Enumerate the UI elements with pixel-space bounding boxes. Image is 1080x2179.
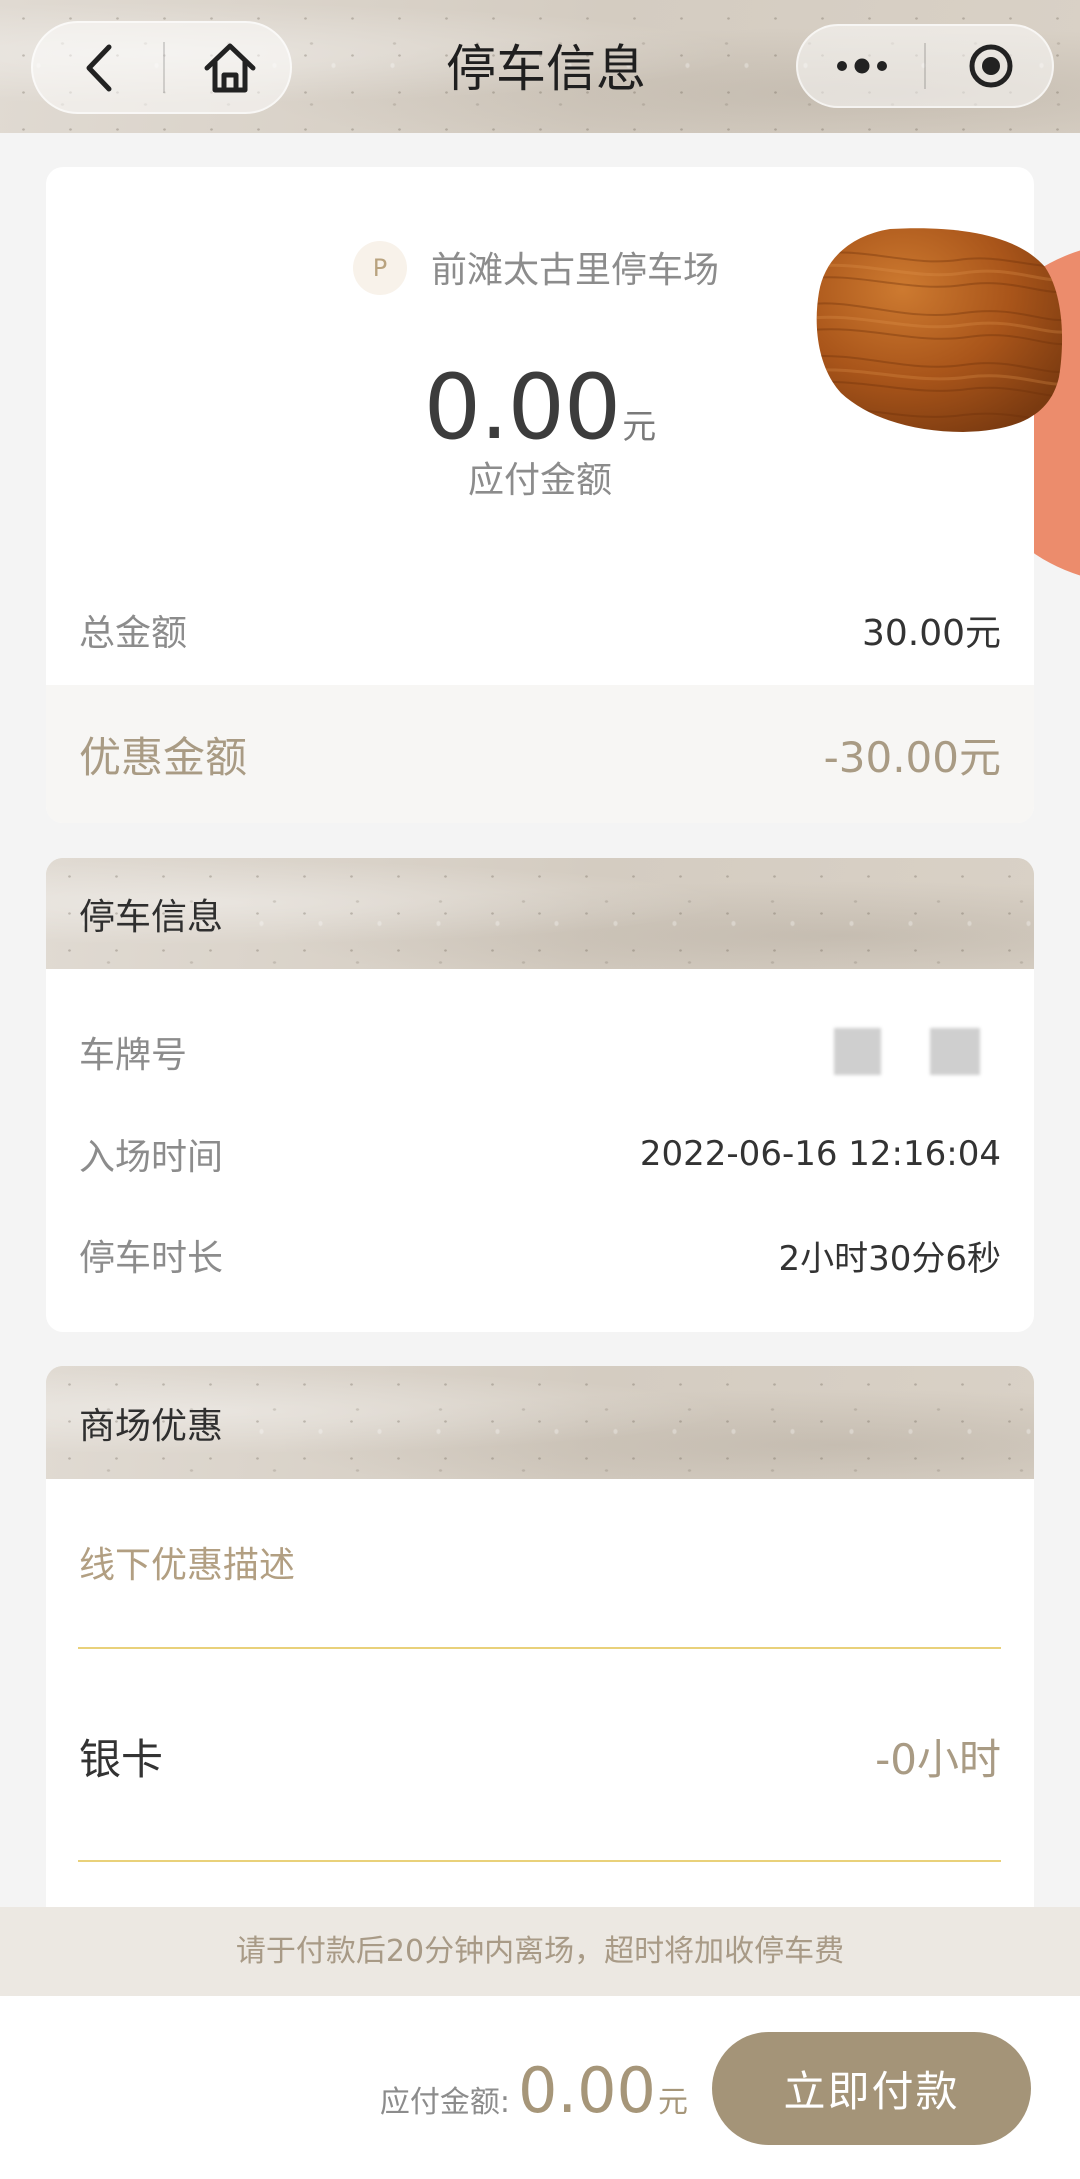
exit-time-notice: 请于付款后20分钟内离场，超时将加收停车费 — [0, 1907, 1080, 1996]
parking-duration-label: 停车时长 — [79, 1238, 224, 1279]
footer-due-label: 应付金额: — [379, 2085, 510, 2120]
parking-info-header: 停车信息 — [46, 858, 1034, 969]
total-amount-value: 30.00元 — [861, 613, 1001, 654]
discount-amount-label: 优惠金额 — [79, 732, 248, 782]
nav-capsule-left — [31, 21, 292, 114]
decor-wood-pebble — [816, 228, 1063, 432]
close-target-icon — [969, 44, 1013, 88]
nav-bar: 停车信息 — [0, 0, 1080, 133]
footer-due-unit: 元 — [658, 2085, 688, 2120]
divider — [78, 1860, 1001, 1862]
discount-amount-row: 优惠金额 -30.00元 — [46, 685, 1034, 823]
back-button[interactable] — [33, 23, 165, 112]
total-amount-label: 总金额 — [79, 613, 188, 654]
footer-amount-due: 应付金额: 0.00 元 — [380, 2060, 688, 2122]
amount-due-value: 0.00 — [423, 355, 621, 460]
home-icon — [204, 43, 255, 92]
parking-lot-name: 前滩太古里停车场 — [431, 250, 720, 291]
more-dots-icon — [837, 58, 887, 74]
mall-discount-card: 商场优惠 银卡 -0小时 — [46, 1366, 1034, 1986]
parking-duration-value: 2小时30分6秒 — [778, 1238, 1001, 1279]
member-tier-row[interactable]: 银卡 -0小时 — [79, 1721, 1001, 1791]
member-tier-label: 银卡 — [79, 1734, 164, 1784]
pay-now-button[interactable]: 立即付款 — [712, 2032, 1031, 2145]
plate-number-masked — [930, 1028, 980, 1075]
nav-capsule-right — [796, 24, 1054, 108]
total-amount-row: 总金额 30.00元 — [79, 608, 1001, 654]
mall-discount-title: 商场优惠 — [79, 1405, 224, 1447]
entry-time-label: 入场时间 — [79, 1137, 224, 1178]
mall-discount-header: 商场优惠 — [46, 1366, 1034, 1479]
parking-info-title: 停车信息 — [79, 896, 224, 938]
entry-time-value: 2022-06-16 12:16:04 — [639, 1134, 1001, 1174]
parking-info-card: 停车信息 车牌号 入场时间 2022-06-16 12:16:04 停车时长 2… — [46, 858, 1034, 1332]
footer-due-amount: 0.00 — [517, 2054, 656, 2127]
back-arrow-icon — [86, 44, 112, 91]
plate-number-label: 车牌号 — [79, 1035, 188, 1076]
discount-amount-value: -30.00元 — [823, 732, 1001, 782]
entry-time-row: 入场时间 2022-06-16 12:16:04 — [79, 1124, 1001, 1184]
offline-discount-description-input[interactable] — [79, 1535, 1002, 1595]
plate-number-masked — [834, 1028, 881, 1075]
payment-footer: 应付金额: 0.00 元 立即付款 — [0, 1996, 1080, 2179]
amount-due-label: 应付金额 — [467, 460, 612, 501]
member-tier-value: -0小时 — [875, 1734, 1001, 1784]
parking-duration-row: 停车时长 2小时30分6秒 — [79, 1225, 1001, 1285]
more-button[interactable] — [798, 26, 926, 106]
close-button[interactable] — [926, 26, 1056, 106]
home-button[interactable] — [165, 23, 294, 112]
parking-lot-badge: P — [353, 241, 407, 295]
amount-due-unit: 元 — [622, 407, 657, 447]
divider — [78, 1647, 1001, 1649]
